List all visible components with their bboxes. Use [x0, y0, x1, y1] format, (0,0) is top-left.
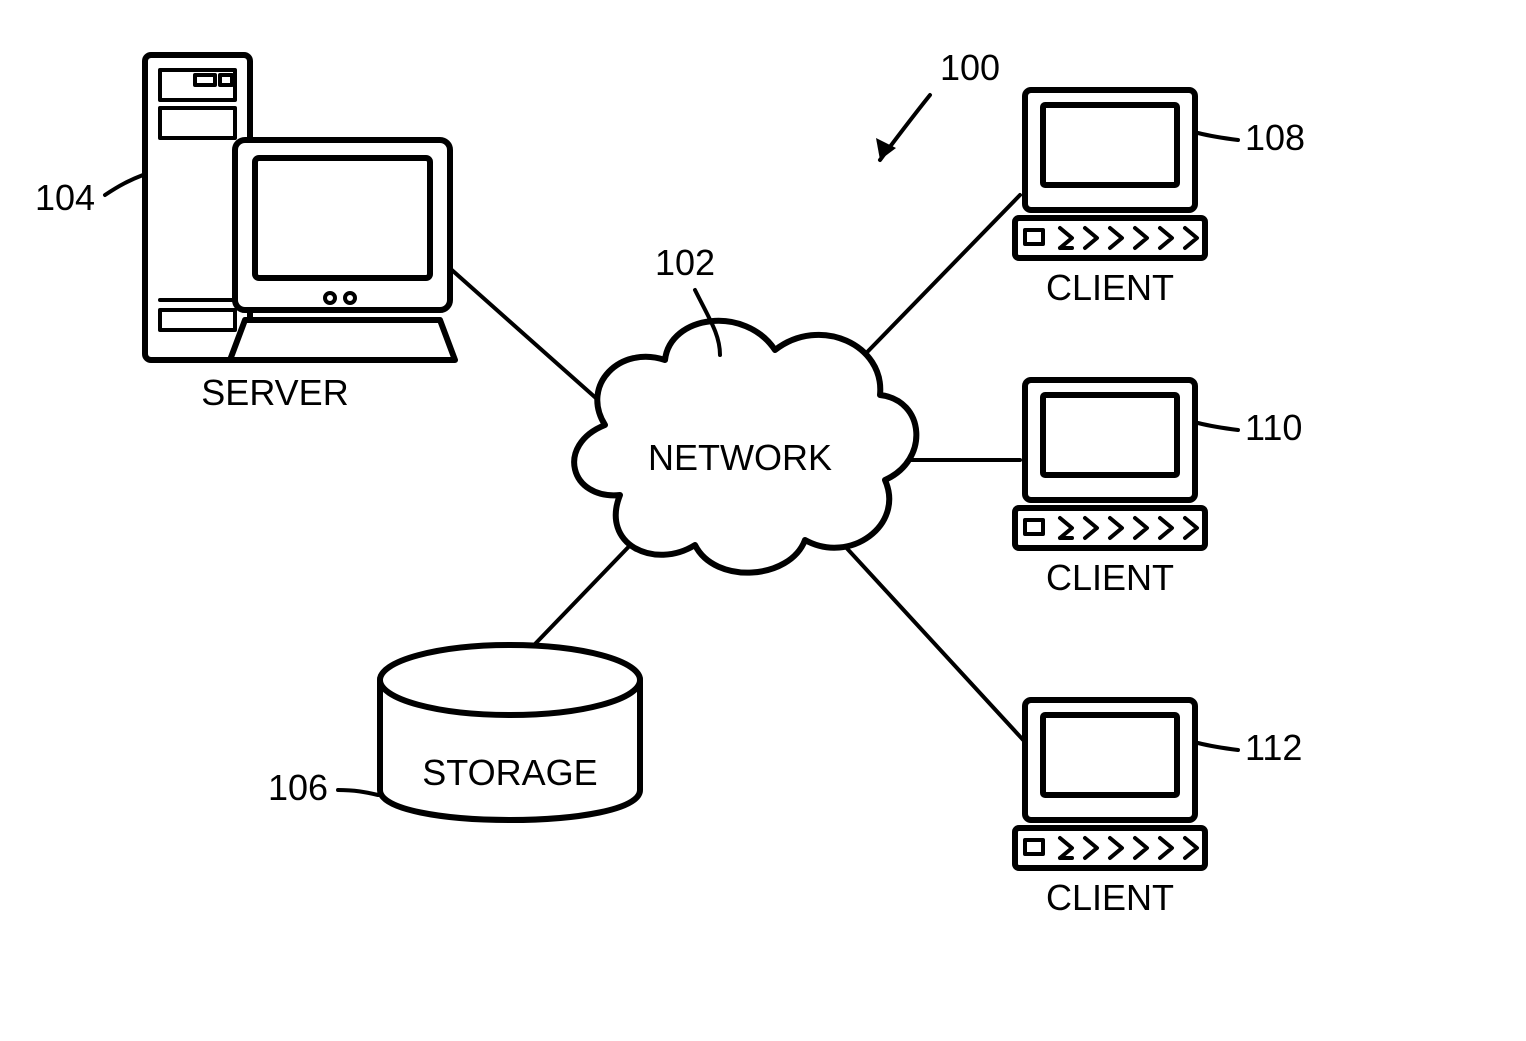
ref-110: 110	[1245, 407, 1302, 448]
ref-leader-106	[338, 790, 378, 795]
ref-112: 112	[1245, 727, 1302, 768]
ref-100: 100	[940, 47, 1000, 88]
ref-leader-110	[1198, 423, 1238, 430]
link-server-network	[435, 255, 615, 415]
storage-node: STORAGE	[380, 645, 640, 820]
ref-leader-108	[1198, 133, 1238, 140]
ref-104: 104	[35, 177, 95, 218]
ref-leader-112	[1198, 743, 1238, 750]
client-node-3	[1015, 700, 1205, 868]
ref-102: 102	[655, 242, 715, 283]
server-node	[145, 55, 455, 360]
network-cloud: NETWORK	[574, 321, 916, 573]
server-label: SERVER	[201, 372, 348, 413]
client-node-2	[1015, 380, 1205, 548]
storage-label: STORAGE	[422, 752, 597, 793]
network-topology-diagram: NETWORK 102 100 SERVER 104 STORAGE 106	[0, 0, 1526, 1041]
client2-label: CLIENT	[1046, 557, 1174, 598]
ref-108: 108	[1245, 117, 1305, 158]
ref-106: 106	[268, 767, 328, 808]
ref-leader-104	[105, 175, 143, 195]
client-node-1	[1015, 90, 1205, 258]
client3-label: CLIENT	[1046, 877, 1174, 918]
ref-100-pointer	[876, 95, 930, 160]
network-label: NETWORK	[648, 437, 832, 478]
client1-label: CLIENT	[1046, 267, 1174, 308]
